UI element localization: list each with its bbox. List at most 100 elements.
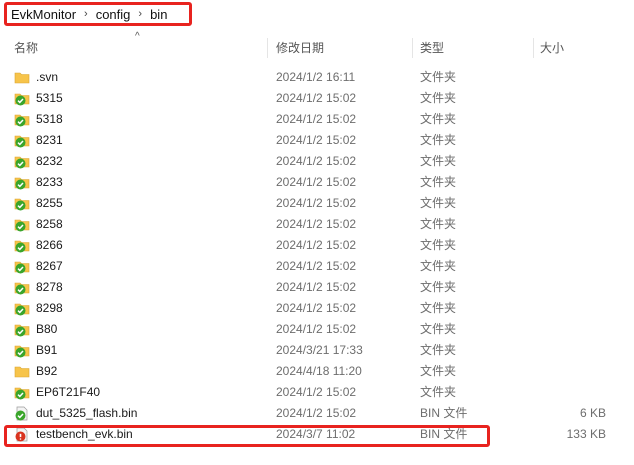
file-row[interactable]: B91 2024/3/21 17:33 文件夹 <box>0 340 634 361</box>
file-date: 2024/3/21 17:33 <box>276 343 363 357</box>
file-name: EP6T21F40 <box>36 385 101 399</box>
breadcrumb: EvkMonitor › config › bin <box>4 2 192 26</box>
file-date: 2024/1/2 15:02 <box>276 196 357 210</box>
folder-synced-icon <box>14 301 30 316</box>
file-type: BIN 文件 <box>420 406 468 420</box>
column-divider[interactable] <box>412 38 413 58</box>
column-header-date[interactable]: 修改日期 <box>276 36 324 60</box>
file-row[interactable]: testbench_evk.bin 2024/3/7 11:02 BIN 文件 133… <box>0 424 634 445</box>
file-type: 文件夹 <box>420 343 457 357</box>
file-type: 文件夹 <box>420 364 457 378</box>
folder-synced-icon <box>14 259 30 274</box>
file-type: 文件夹 <box>420 70 457 84</box>
file-name: 8258 <box>36 217 63 231</box>
file-date: 2024/1/2 16:11 <box>276 70 356 84</box>
file-name: B80 <box>36 322 58 336</box>
file-name: 8278 <box>36 280 63 294</box>
file-name: .svn <box>36 70 59 84</box>
folder-synced-icon <box>14 175 30 190</box>
file-type: 文件夹 <box>420 133 457 147</box>
breadcrumb-item-config[interactable]: config <box>96 7 131 22</box>
file-name: B92 <box>36 364 58 378</box>
column-header-row: 名称 修改日期 类型 大小 <box>0 36 634 60</box>
file-row[interactable]: 8298 2024/1/2 15:02 文件夹 <box>0 298 634 319</box>
file-row[interactable]: 8233 2024/1/2 15:02 文件夹 <box>0 172 634 193</box>
file-date: 2024/1/2 15:02 <box>276 259 357 273</box>
folder-synced-icon <box>14 343 30 358</box>
file-row[interactable]: 5315 2024/1/2 15:02 文件夹 <box>0 88 634 109</box>
file-row[interactable]: 8278 2024/1/2 15:02 文件夹 <box>0 277 634 298</box>
chevron-right-icon: › <box>84 8 88 20</box>
file-date: 2024/1/2 15:02 <box>276 301 357 315</box>
file-size: 6 KB <box>579 406 606 420</box>
file-date: 2024/1/2 15:02 <box>276 175 357 189</box>
file-synced-icon <box>14 406 30 421</box>
file-type: 文件夹 <box>420 196 457 210</box>
file-date: 2024/1/2 15:02 <box>276 217 357 231</box>
folder-synced-icon <box>14 133 30 148</box>
column-divider[interactable] <box>533 38 534 58</box>
file-date: 2024/1/2 15:02 <box>276 406 357 420</box>
file-name: 8298 <box>36 301 63 315</box>
file-date: 2024/1/2 15:02 <box>276 322 357 336</box>
folder-synced-icon <box>14 154 30 169</box>
file-name: B91 <box>36 343 58 357</box>
file-row[interactable]: .svn 2024/1/2 16:11 文件夹 <box>0 67 634 88</box>
file-name: 8266 <box>36 238 63 252</box>
file-modified-icon <box>14 427 30 442</box>
file-date: 2024/4/18 11:20 <box>276 364 362 378</box>
file-row[interactable]: 8255 2024/1/2 15:02 文件夹 <box>0 193 634 214</box>
breadcrumb-item-bin[interactable]: bin <box>150 7 167 22</box>
file-row[interactable]: 8266 2024/1/2 15:02 文件夹 <box>0 235 634 256</box>
file-row[interactable]: B92 2024/4/18 11:20 文件夹 <box>0 361 634 382</box>
file-type: 文件夹 <box>420 238 457 252</box>
file-type: BIN 文件 <box>420 427 468 441</box>
folder-synced-icon <box>14 238 30 253</box>
column-header-type[interactable]: 类型 <box>420 36 444 60</box>
file-type: 文件夹 <box>420 112 457 126</box>
file-date: 2024/1/2 15:02 <box>276 133 357 147</box>
file-name: 8255 <box>36 196 63 210</box>
folder-synced-icon <box>14 385 30 400</box>
file-date: 2024/1/2 15:02 <box>276 385 357 399</box>
file-type: 文件夹 <box>420 91 457 105</box>
file-date: 2024/1/2 15:02 <box>276 238 357 252</box>
file-date: 2024/1/2 15:02 <box>276 154 357 168</box>
folder-icon <box>14 364 30 379</box>
file-name: 5315 <box>36 91 63 105</box>
folder-synced-icon <box>14 217 30 232</box>
file-row[interactable]: 5318 2024/1/2 15:02 文件夹 <box>0 109 634 130</box>
column-header-name[interactable]: 名称 <box>14 36 38 60</box>
file-name: 5318 <box>36 112 63 126</box>
file-row[interactable]: 8258 2024/1/2 15:02 文件夹 <box>0 214 634 235</box>
file-name: 8232 <box>36 154 63 168</box>
file-date: 2024/1/2 15:02 <box>276 91 357 105</box>
chevron-right-icon: › <box>138 8 143 20</box>
folder-synced-icon <box>14 322 30 337</box>
file-type: 文件夹 <box>420 322 457 336</box>
file-name: 8267 <box>36 259 63 273</box>
folder-synced-icon <box>14 91 30 106</box>
file-row[interactable]: 8267 2024/1/2 15:02 文件夹 <box>0 256 634 277</box>
breadcrumb-item-evkmonitor[interactable]: EvkMonitor <box>11 7 76 22</box>
file-date: 2024/1/2 15:02 <box>276 280 357 294</box>
column-divider[interactable] <box>267 38 268 58</box>
file-row[interactable]: 8231 2024/1/2 15:02 文件夹 <box>0 130 634 151</box>
file-type: 文件夹 <box>420 301 457 315</box>
file-row[interactable]: 8232 2024/1/2 15:02 文件夹 <box>0 151 634 172</box>
file-list: .svn 2024/1/2 16:11 文件夹 5315 2024/1/2 15:02 文… <box>0 67 634 445</box>
folder-synced-icon <box>14 196 30 211</box>
file-size: 133 KB <box>566 427 606 441</box>
file-date: 2024/1/2 15:02 <box>276 112 357 126</box>
file-type: 文件夹 <box>420 259 457 273</box>
file-name: dut_5325_flash.bin <box>36 406 138 420</box>
file-row[interactable]: EP6T21F40 2024/1/2 15:02 文件夹 <box>0 382 634 403</box>
file-row[interactable]: dut_5325_flash.bin 2024/1/2 15:02 BIN 文件 6 … <box>0 403 634 424</box>
folder-synced-icon <box>14 112 30 127</box>
file-type: 文件夹 <box>420 280 457 294</box>
file-type: 文件夹 <box>420 385 457 399</box>
column-header-size[interactable]: 大小 <box>540 36 564 60</box>
file-date: 2024/3/7 11:02 <box>276 427 356 441</box>
file-row[interactable]: B80 2024/1/2 15:02 文件夹 <box>0 319 634 340</box>
folder-synced-icon <box>14 280 30 295</box>
